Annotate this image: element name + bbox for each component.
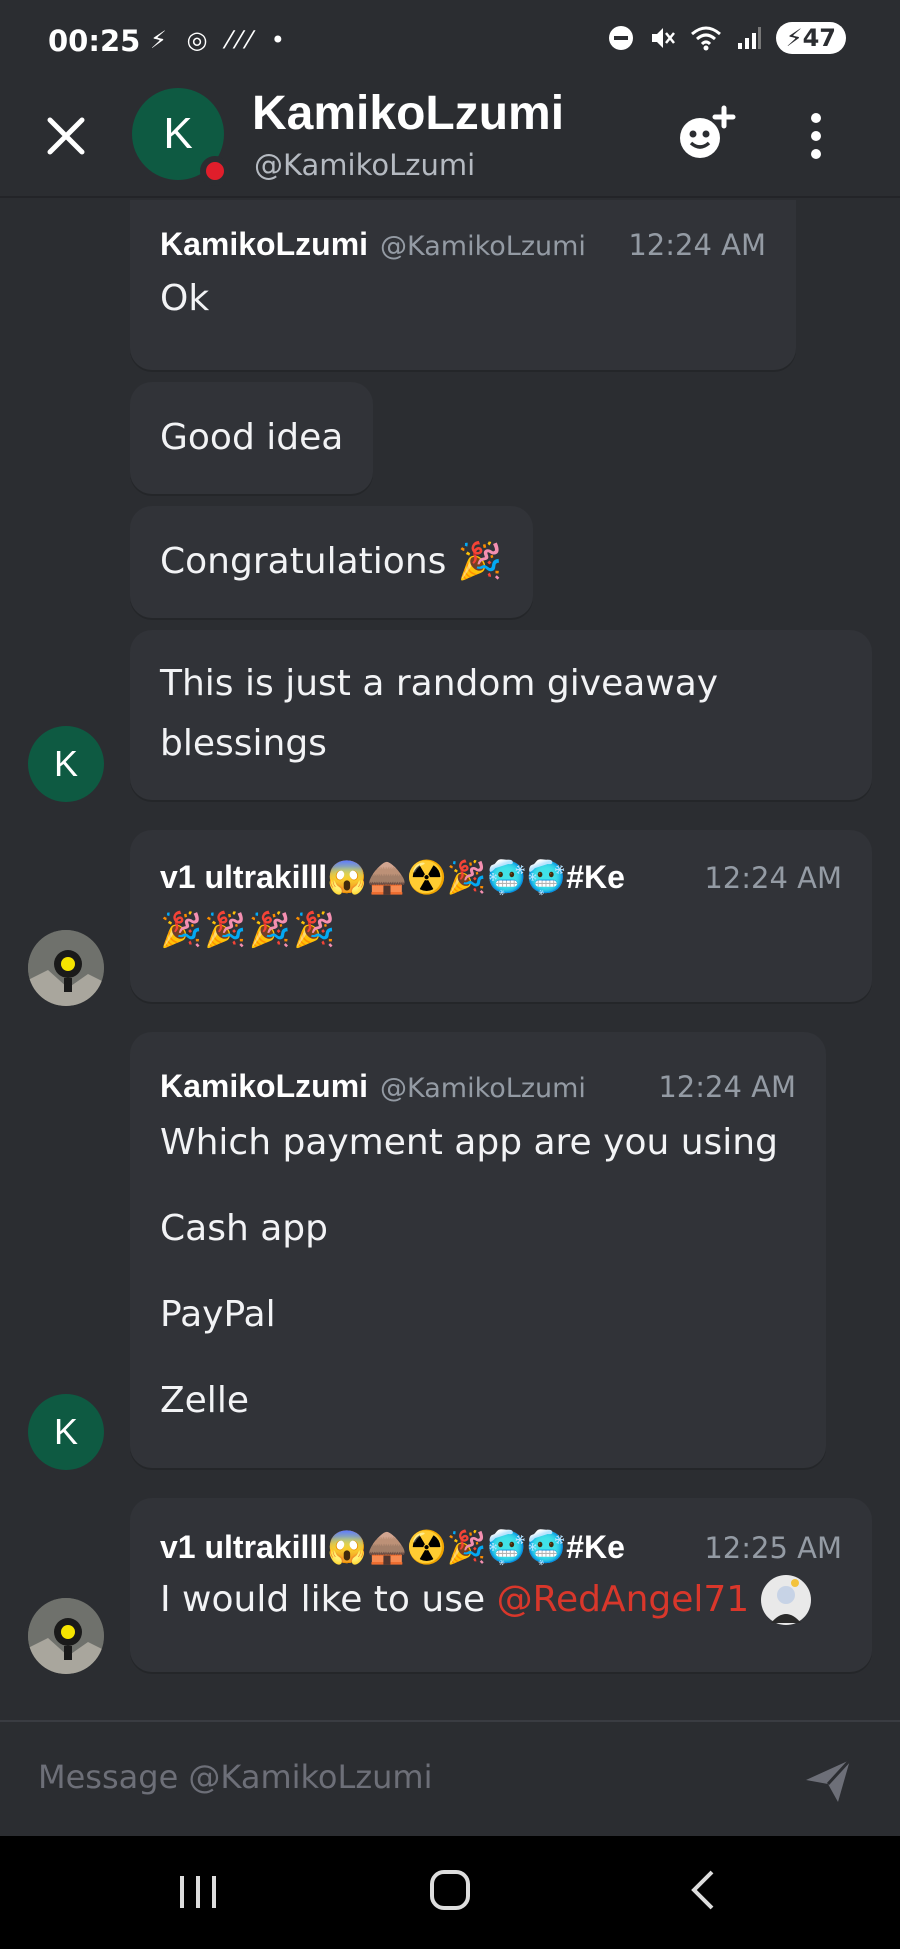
more-options-icon[interactable] [800,106,832,166]
message-author[interactable]: v1 ultrakilll😱🛖☢️🎉🥶🥶#Ke [160,858,625,896]
message-text: blessings [160,723,327,764]
header-title[interactable]: KamikoLzumi [252,86,564,141]
author-avatar[interactable] [28,930,104,1006]
message-author[interactable]: KamikoLzumi [160,1068,368,1105]
header-handle: @KamikoLzumi [254,148,476,182]
send-icon[interactable] [802,1754,854,1806]
robot-avatar-icon [28,1598,104,1674]
message-time: 12:25 AM [704,1531,842,1565]
dm-header: K KamikoLzumi @KamikoLzumi [0,86,900,198]
message-text: PayPal [160,1294,276,1335]
message-bubble[interactable]: This is just a random giveaway blessings [130,630,872,800]
status-dot [200,156,230,186]
message-bubble[interactable]: v1 ultrakilll😱🛖☢️🎉🥶🥶#Ke 12:24 AM 🎉🎉🎉🎉 [130,830,872,1002]
message-text: Good idea [160,417,344,458]
message-text: Zelle [160,1380,249,1421]
message-bubble[interactable]: KamikoLzumi @KamikoLzumi 12:24 AM Which … [130,1032,826,1468]
message-text: I would like to use @RedAngel71 [160,1570,842,1630]
recent-apps-icon[interactable] [176,1872,220,1912]
message-text: Ok [160,278,210,319]
screen: 00:25 ⚡ ◎ ⁄⁄⁄ • ⚡47 K KamikoLzumi @Kamik… [0,0,900,1949]
message-composer: Message @KamikoLzumi [0,1720,900,1836]
message-time: 12:24 AM [628,228,766,262]
message-text: Cash app [160,1208,328,1249]
back-icon[interactable] [686,1868,718,1912]
message-bubble[interactable]: Congratulations 🎉 [130,506,533,618]
message-bubble[interactable]: KamikoLzumi @KamikoLzumi 12:24 AM Ok [130,200,796,370]
author-avatar[interactable] [28,1598,104,1674]
notification-icons: ⚡ ◎ ⁄⁄⁄ • [150,26,291,54]
mention-avatar-icon [761,1575,812,1625]
author-avatar[interactable]: K [28,1394,104,1470]
home-icon[interactable] [428,1868,472,1912]
message-author[interactable]: KamikoLzumi [160,226,368,263]
battery-level: 47 [802,24,836,52]
do-not-disturb-icon [608,26,633,50]
message-author[interactable]: v1 ultrakilll😱🛖☢️🎉🥶🥶#Ke [160,1528,625,1566]
message-text: Congratulations 🎉 [160,541,503,582]
message-text: Which payment app are you using [160,1122,778,1163]
system-icons: ⚡47 [608,22,846,54]
status-time: 00:25 [48,24,141,58]
message-text: This is just a random giveaway [160,663,719,704]
add-to-dm-icon[interactable] [672,104,736,164]
message-bubble[interactable]: Good idea [130,382,374,494]
signal-icon [737,27,761,49]
message-text-prefix: I would like to use [160,1579,497,1620]
wifi-icon [690,26,721,51]
author-avatar[interactable]: K [28,726,104,802]
user-mention[interactable]: @RedAngel71 [497,1570,750,1630]
message-handle: @KamikoLzumi [380,1073,586,1104]
message-text: 🎉🎉🎉🎉 [160,910,338,950]
close-icon[interactable] [44,114,88,158]
system-nav-bar [0,1836,900,1949]
status-bar: 00:25 ⚡ ◎ ⁄⁄⁄ • ⚡47 [0,0,900,86]
mute-icon [651,28,675,48]
message-time: 12:24 AM [658,1070,796,1104]
battery-icon: ⚡47 [775,22,846,54]
message-time: 12:24 AM [704,861,842,895]
message-input[interactable]: Message @KamikoLzumi [38,1758,432,1796]
robot-avatar-icon [28,930,104,1006]
message-handle: @KamikoLzumi [380,231,586,262]
message-bubble[interactable]: v1 ultrakilll😱🛖☢️🎉🥶🥶#Ke 12:25 AM I would… [130,1498,872,1672]
